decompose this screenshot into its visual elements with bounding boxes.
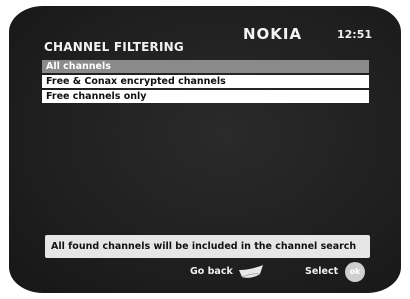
select-button[interactable]: Select <box>305 266 338 277</box>
menu-item-free-conax-channels[interactable]: Free & Conax encrypted channels <box>42 75 369 88</box>
go-back-button[interactable]: Go back <box>190 266 233 277</box>
tv-frame: CHANNEL FILTERING NOKIA 12:51 All channe… <box>0 0 410 299</box>
menu-item-free-channels-only[interactable]: Free channels only <box>42 90 369 103</box>
page-title: CHANNEL FILTERING <box>44 40 184 54</box>
clock: 12:51 <box>337 28 373 41</box>
info-box: All found channels will be included in t… <box>45 235 370 258</box>
menu-item-all-channels[interactable]: All channels <box>42 60 369 73</box>
brand-logo: NOKIA <box>243 25 303 43</box>
channel-filter-menu: All channels Free & Conax encrypted chan… <box>42 60 369 105</box>
ok-icon[interactable]: ok <box>345 262 365 282</box>
back-arrow-icon[interactable] <box>238 264 264 280</box>
